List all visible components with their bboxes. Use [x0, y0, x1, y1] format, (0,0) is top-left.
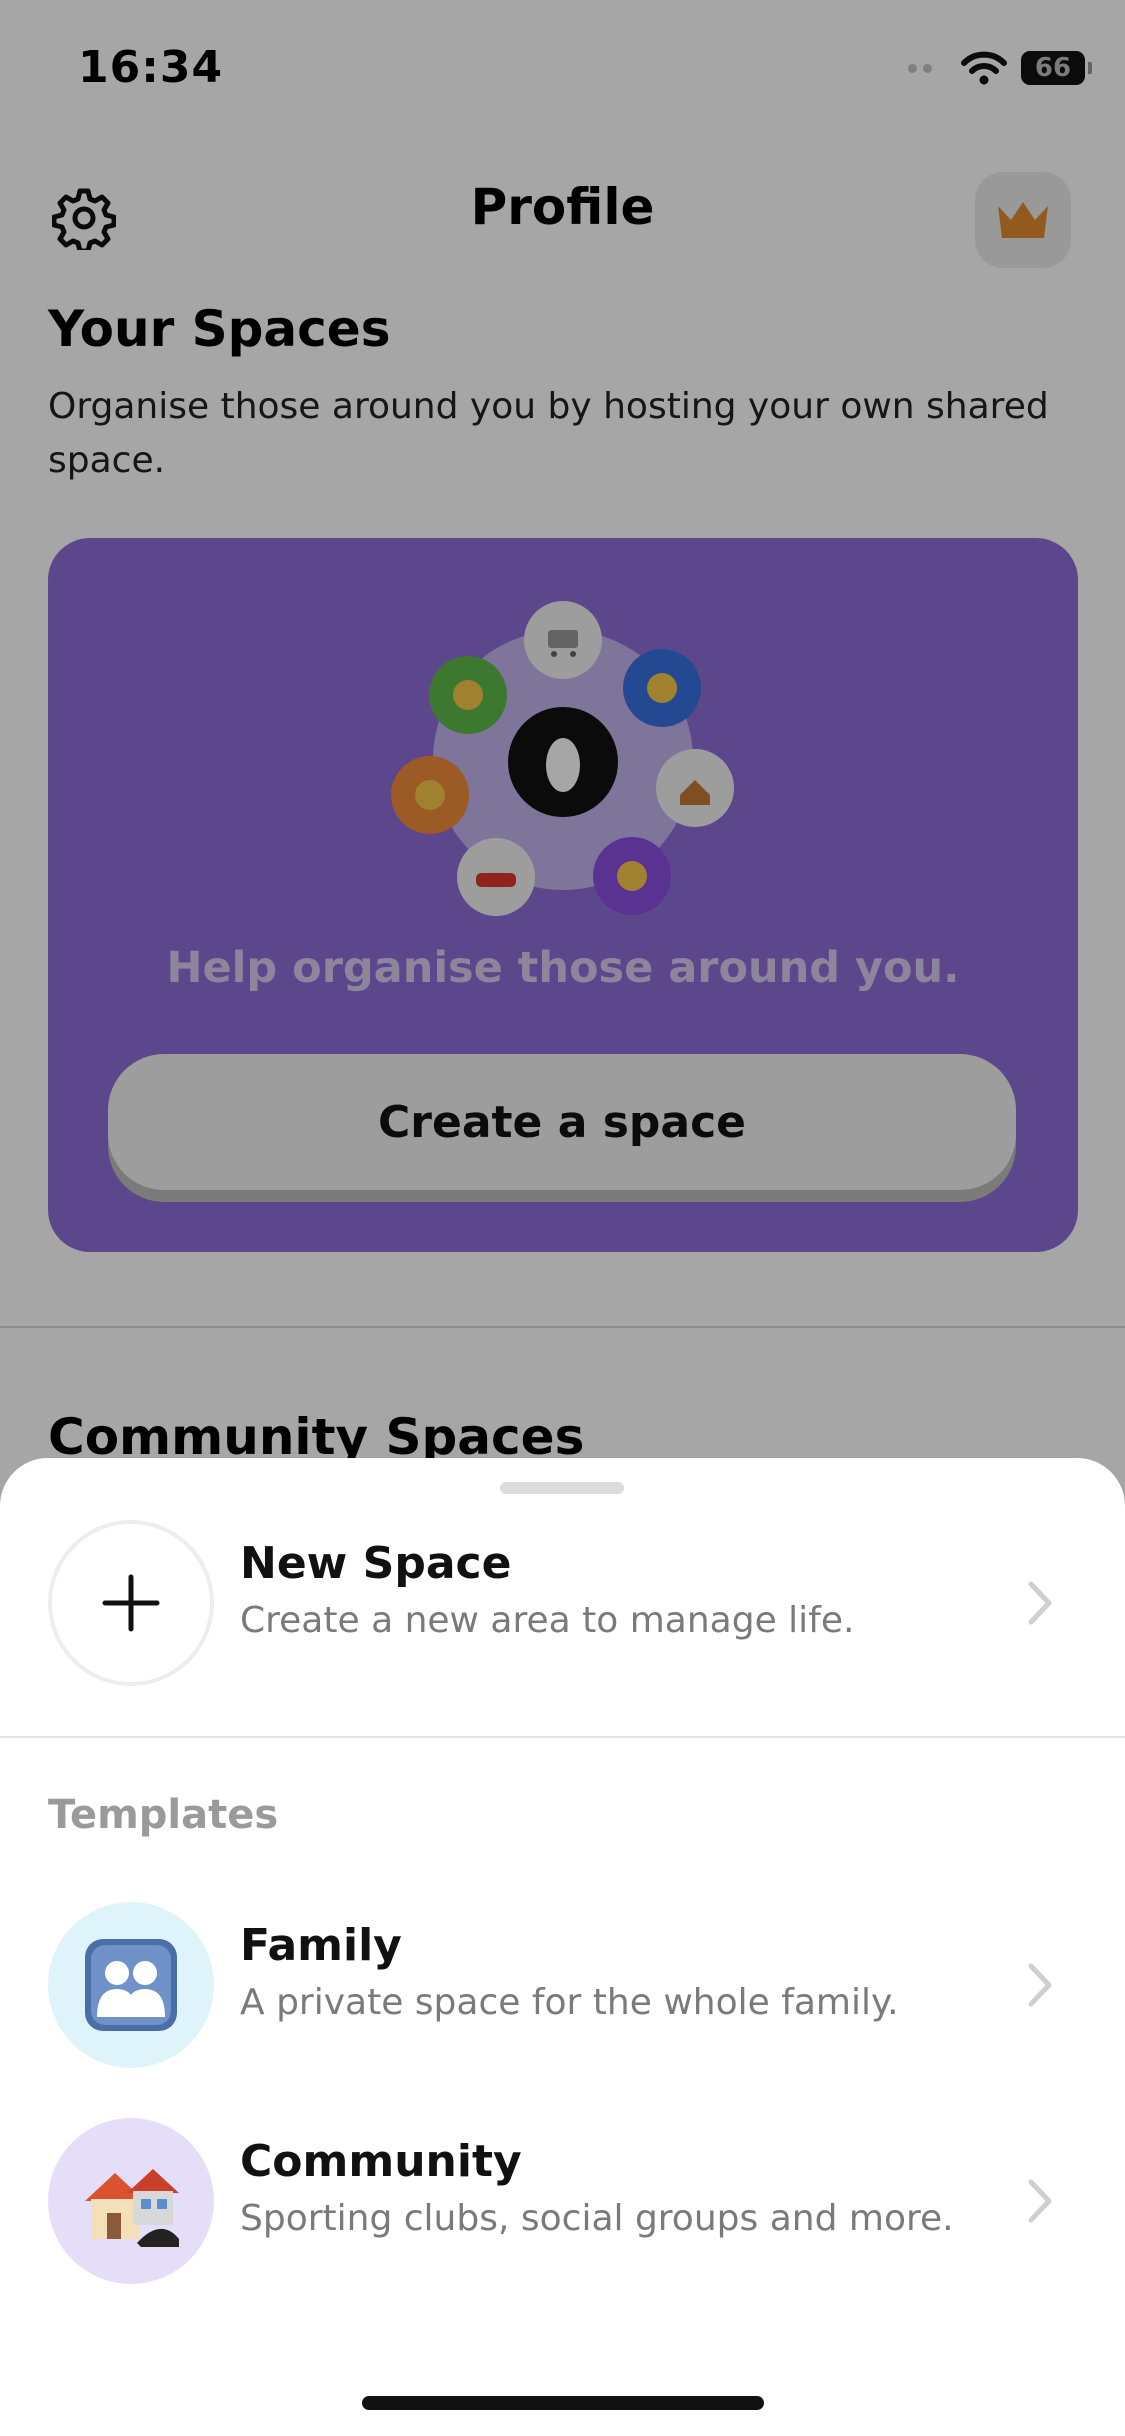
- chevron-right-icon: [1028, 1963, 1052, 2007]
- family-icon: [85, 1939, 177, 2031]
- sheet-divider: [0, 1736, 1125, 1738]
- sheet-grabber[interactable]: [500, 1482, 624, 1494]
- family-icon-circle: [48, 1902, 214, 2068]
- home-indicator[interactable]: [362, 2396, 764, 2410]
- new-space-sheet: New Space Create a new area to manage li…: [0, 1458, 1125, 2436]
- chevron-right-icon: [1028, 1581, 1052, 1625]
- new-space-title: New Space: [240, 1538, 512, 1589]
- template-title-family: Family: [240, 1920, 402, 1971]
- templates-label: Templates: [48, 1792, 279, 1838]
- template-title-community: Community: [240, 2136, 522, 2187]
- new-space-subtitle: Create a new area to manage life.: [240, 1600, 855, 1641]
- template-subtitle-family: A private space for the whole family.: [240, 1982, 899, 2023]
- template-subtitle-community: Sporting clubs, social groups and more.: [240, 2198, 954, 2239]
- houses-icon: [85, 2169, 179, 2247]
- community-icon-circle: [48, 2118, 214, 2284]
- profile-screen: 16:34 66 Profile Your Spaces Organise th…: [0, 0, 1125, 2436]
- template-row-family[interactable]: Family A private space for the whole fam…: [0, 1902, 1125, 2072]
- chevron-right-icon: [1028, 2179, 1052, 2223]
- new-space-icon-circle: [48, 1520, 214, 1686]
- plus-icon: [102, 1574, 160, 1632]
- template-row-community[interactable]: Community Sporting clubs, social groups …: [0, 2118, 1125, 2288]
- new-space-row[interactable]: New Space Create a new area to manage li…: [0, 1520, 1125, 1690]
